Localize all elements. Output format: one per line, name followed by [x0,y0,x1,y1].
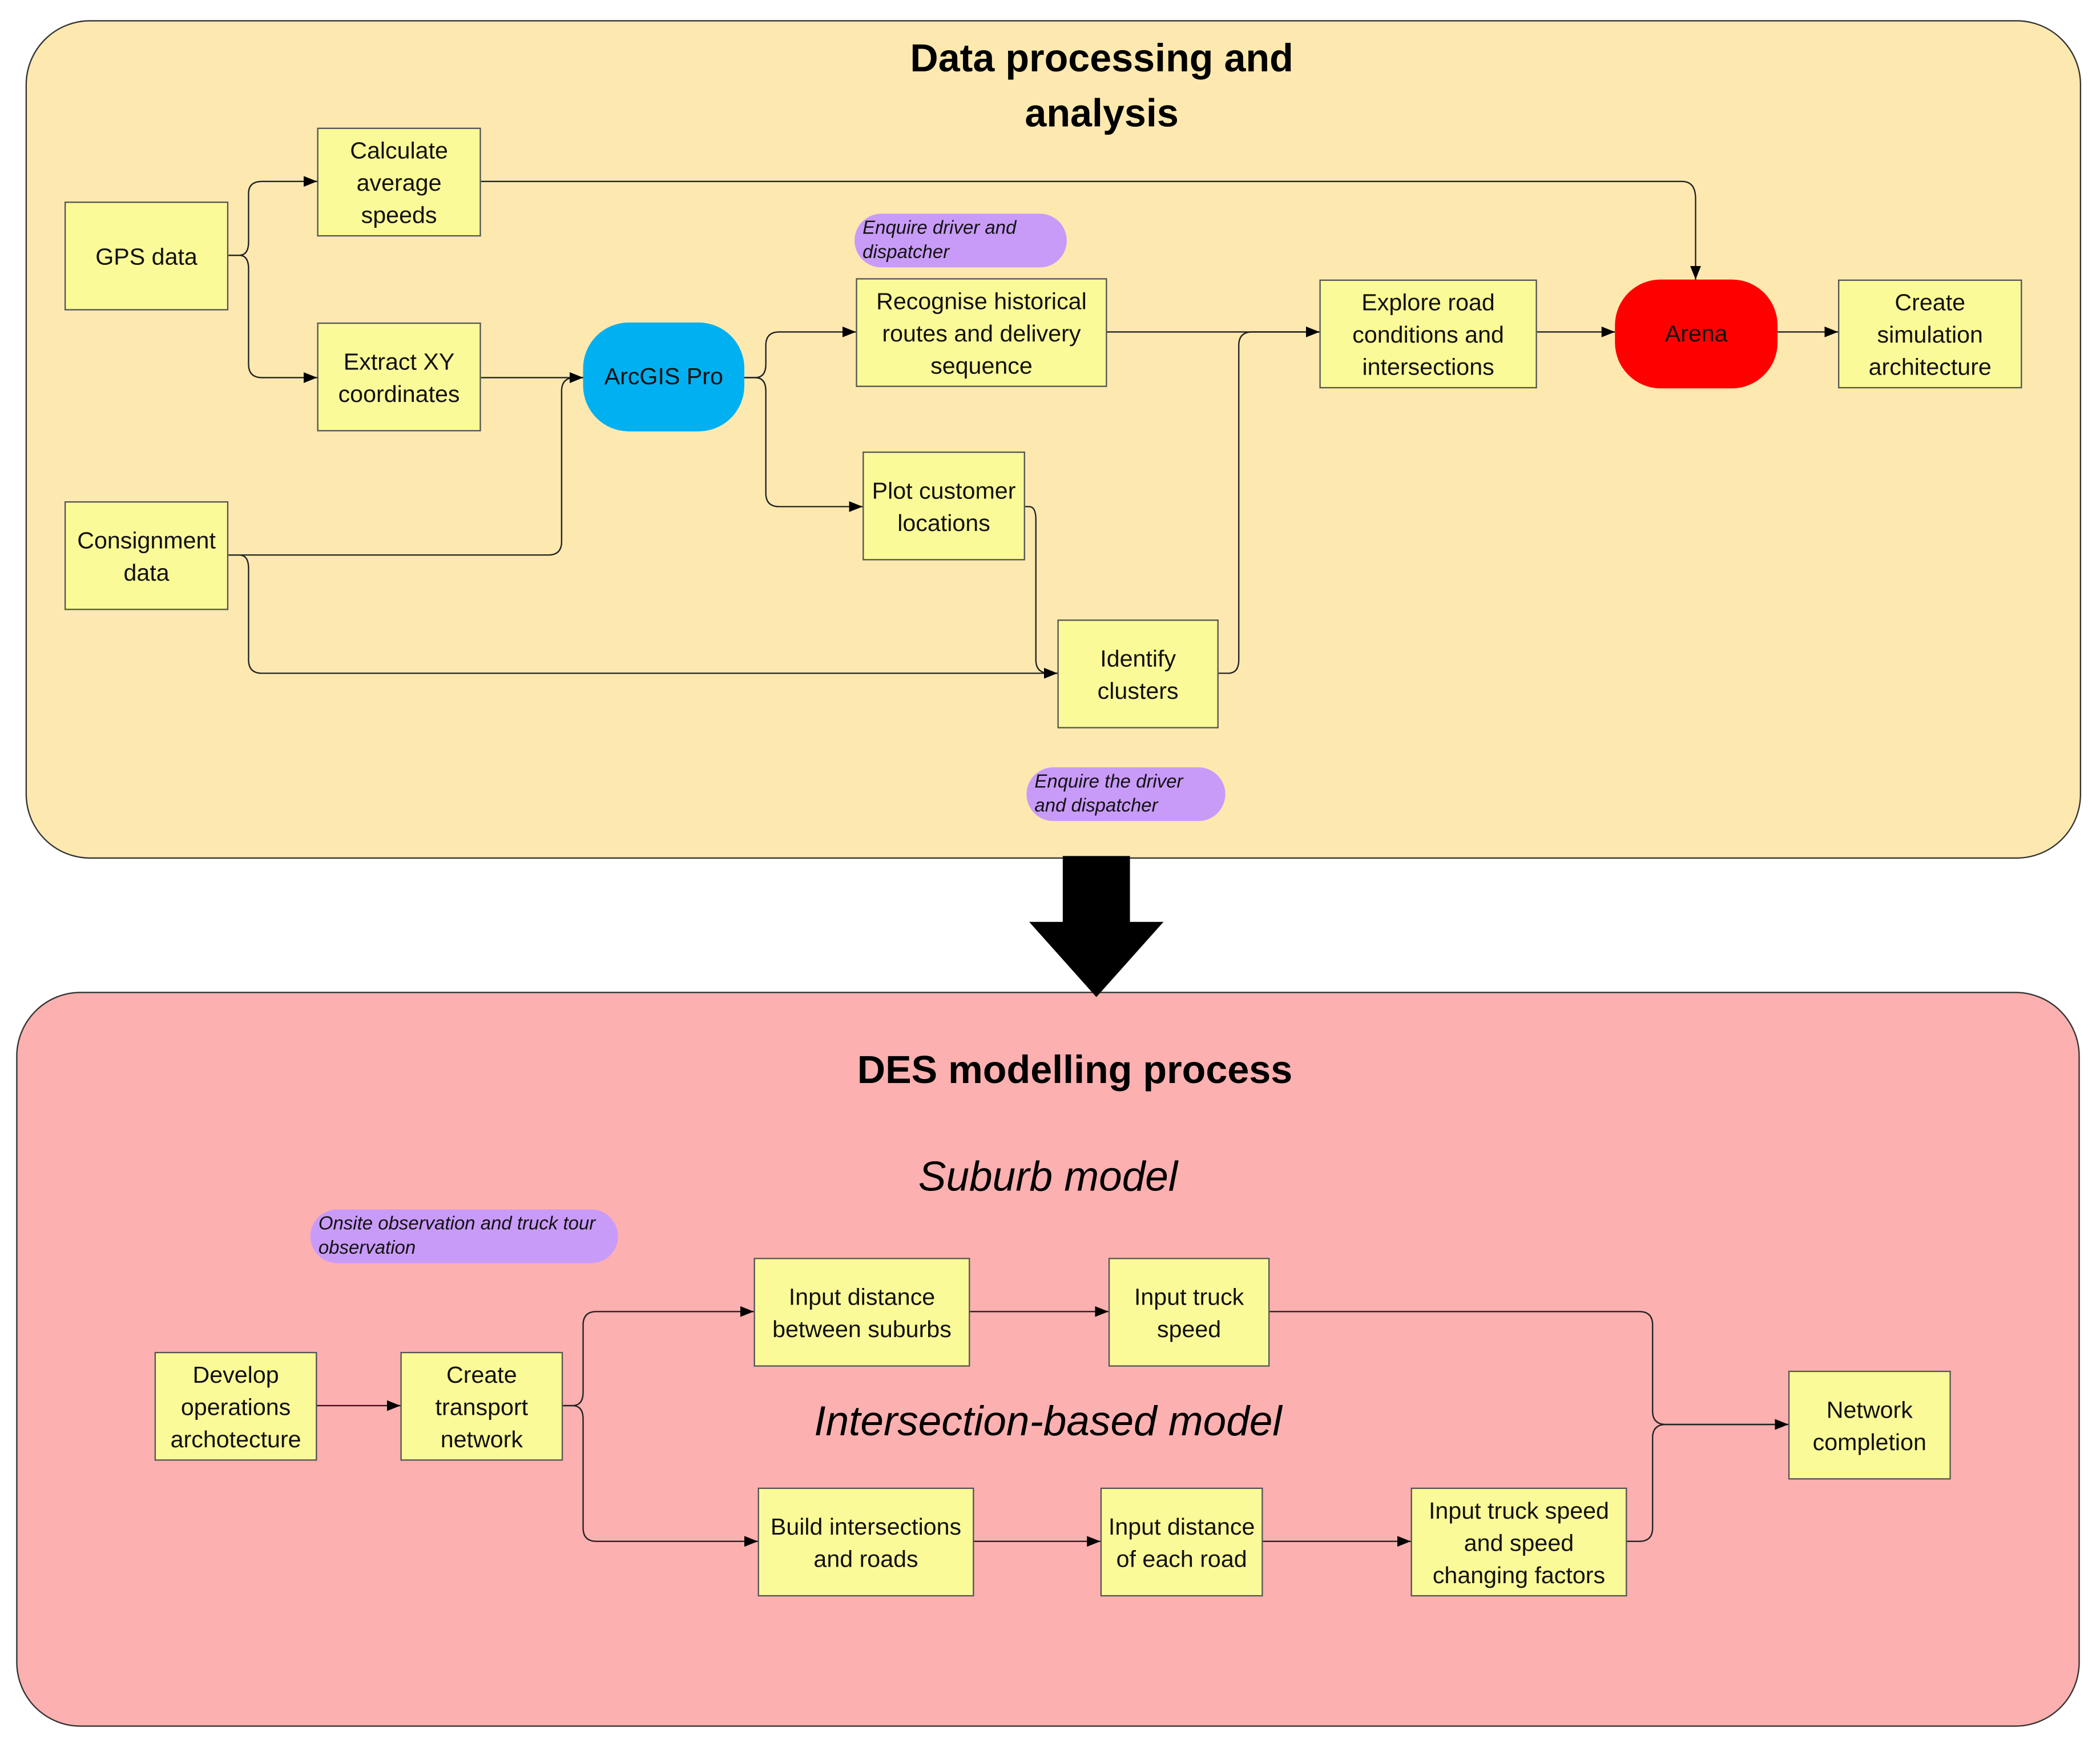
node-label: Arena [1664,320,1728,347]
node-label: Identify clusters [1097,644,1179,704]
node-label: Build intersections and roads [770,1512,962,1572]
edge-plot-clusters [1025,506,1058,679]
edge-calc-arena [481,180,1701,280]
edge-gps-extract [228,255,317,383]
node-consignment-data[interactable]: Consignment data [64,501,229,610]
suburb-model-label: Suburb model [918,1153,1178,1200]
node-gps-data[interactable]: GPS data [64,202,229,311]
node-label: Create simulation architecture [1868,288,1992,380]
node-recognise-routes[interactable]: Recognise historical routes and delivery… [856,278,1107,387]
node-arcgis-pro[interactable]: ArcGIS Pro [583,322,745,432]
edge-consignment-clusters [228,554,1058,679]
note-onsite-observation: Onsite observation and truck tour observ… [310,1209,618,1263]
edge-gps-calc [228,176,317,256]
node-label: Calculate average speeds [350,136,448,228]
node-label: Recognise historical routes and delivery… [876,287,1087,379]
node-input-speed-factors[interactable]: Input truck speed and speed changing fac… [1410,1487,1627,1597]
big-down-arrow-icon [1029,856,1164,997]
node-label: Input truck speed [1134,1282,1244,1342]
node-explore-road-conditions[interactable]: Explore road conditions and intersection… [1319,279,1537,389]
node-create-simulation-architecture[interactable]: Create simulation architecture [1837,279,2022,389]
note-enquire-the-driver: Enquire the driver and dispatcher [1026,767,1226,822]
node-input-truck-speed[interactable]: Input truck speed [1108,1258,1270,1367]
node-develop-operations[interactable]: Develop operations archotecture [154,1351,317,1461]
node-label: ArcGIS Pro [604,363,723,390]
node-input-distance-road[interactable]: Input distance of each road [1100,1487,1263,1597]
node-create-transport-network[interactable]: Create transport network [400,1351,563,1461]
node-extract-xy[interactable]: Extract XY coordinates [317,322,481,432]
node-label: Consignment data [77,526,216,586]
node-label: Extract XY coordinates [338,347,460,407]
node-plot-customer-locations[interactable]: Plot customer locations [862,451,1025,561]
node-label: Plot customer locations [872,476,1016,536]
node-label: Develop operations archotecture [170,1360,301,1452]
node-identify-clusters[interactable]: Identify clusters [1057,619,1219,728]
node-label: Input distance of each road [1108,1512,1255,1572]
node-build-intersections[interactable]: Build intersections and roads [757,1487,974,1597]
node-network-completion[interactable]: Network completion [1788,1370,1951,1480]
edge-arcgis-plot [744,377,863,512]
node-label: Network completion [1812,1395,1926,1455]
node-label: Input truck speed and speed changing fac… [1428,1496,1609,1588]
node-label: Input distance between suburbs [772,1282,952,1342]
node-label: Explore road conditions and intersection… [1352,288,1504,380]
node-label: GPS data [95,242,197,269]
node-input-distance-suburbs[interactable]: Input distance between suburbs [753,1258,970,1367]
node-label: Create transport network [435,1360,529,1452]
edge-factors-completion [1627,1419,1788,1542]
note-enquire-driver: Enquire driver and dispatcher [854,214,1067,268]
edge-arcgis-recognise [744,326,856,379]
intersection-model-label: Intersection-based model [814,1397,1282,1445]
edge-create-suburbs [563,1306,754,1407]
edge-clusters-explore [1218,326,1320,674]
des-modelling-title: DES modelling process [857,1049,1293,1093]
node-arena[interactable]: Arena [1615,279,1778,389]
diagram-canvas: Data processing and analysis GPS data Co… [0,0,2100,1739]
node-calculate-average-speeds[interactable]: Calculate average speeds [317,127,481,237]
